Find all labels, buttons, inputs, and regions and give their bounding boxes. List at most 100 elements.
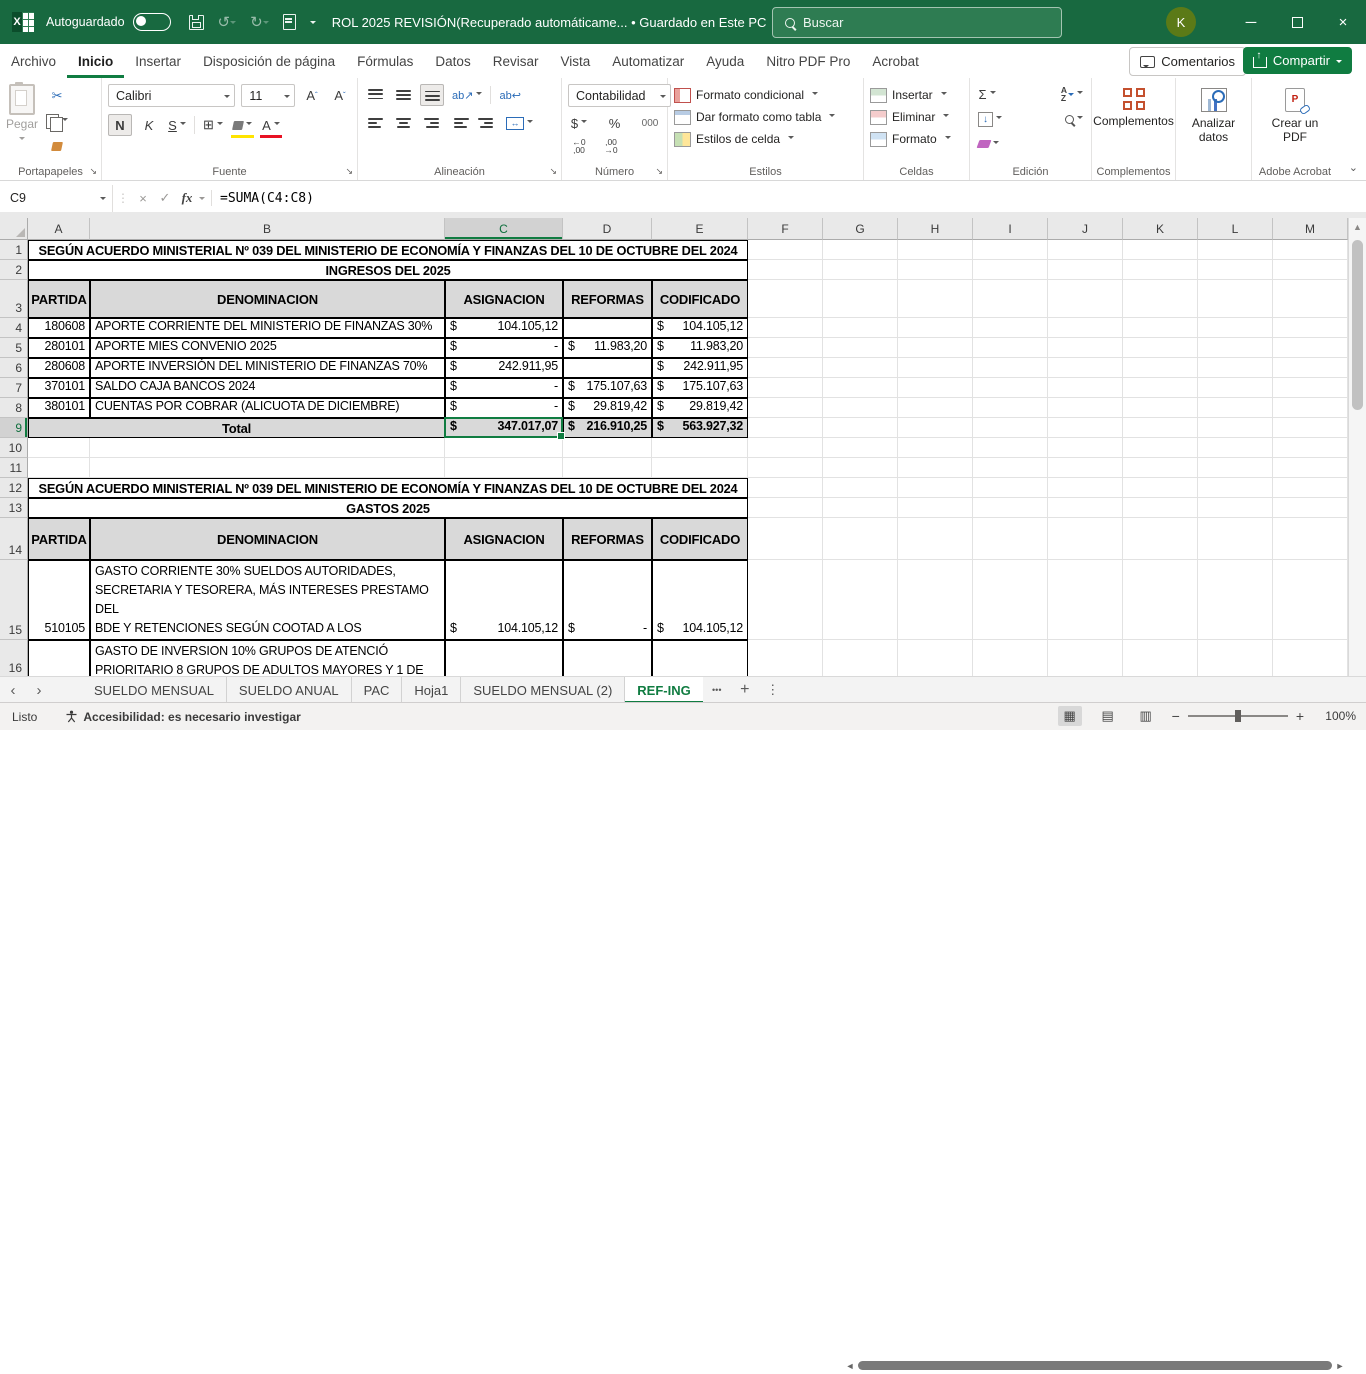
column-header-D[interactable]: D (563, 218, 652, 240)
find-select-button[interactable] (1063, 109, 1085, 129)
cell-A6[interactable]: 280608 (28, 358, 90, 378)
cell-A5[interactable]: 280101 (28, 338, 90, 358)
cell-D5[interactable]: $11.983,20 (563, 338, 652, 358)
prev-sheet-icon[interactable]: ‹ (0, 677, 26, 703)
decrease-decimal-button[interactable]: ,00→0 (600, 136, 622, 156)
cell-A15[interactable]: 510105 (28, 560, 90, 640)
zoom-slider-handle[interactable] (1235, 710, 1241, 722)
view-page-break-icon[interactable]: ▥ (1134, 706, 1158, 726)
align-left-icon[interactable] (364, 113, 386, 133)
cut-icon[interactable]: ✂ (44, 86, 70, 106)
cell-styles-button[interactable]: Estilos de celda (674, 128, 857, 150)
column-header-C[interactable]: C (445, 218, 563, 240)
search-box[interactable]: Buscar (772, 7, 1062, 38)
scroll-up-icon[interactable]: ▲ (1349, 218, 1366, 236)
borders-button[interactable]: ⊞ (201, 115, 225, 135)
redo-icon[interactable]: ↻ (250, 13, 269, 31)
row-header-14[interactable]: 14 (0, 518, 28, 560)
tab-formulas[interactable]: Fórmulas (346, 44, 424, 78)
column-header-I[interactable]: I (973, 218, 1048, 240)
underline-button[interactable]: S (166, 115, 188, 135)
sheet-tab-ref-ing[interactable]: REF-ING (625, 677, 702, 703)
tab-archivo[interactable]: Archivo (0, 44, 67, 78)
cell-C3[interactable]: ASIGNACION (445, 280, 563, 318)
more-sheets-icon[interactable]: ••• (703, 677, 731, 703)
cell-A12[interactable]: SEGÚN ACUERDO MINISTERIAL Nº 039 DEL MIN… (28, 478, 748, 498)
sheet-tab-sueldo-mensual[interactable]: SUELDO MENSUAL (82, 677, 227, 703)
cell-E4[interactable]: $104.105,12 (652, 318, 748, 338)
scroll-right-icon[interactable]: ► (1332, 1361, 1348, 1371)
cell-D15[interactable]: $- (563, 560, 652, 640)
paste-button[interactable]: Pegar (6, 84, 38, 143)
restore-button[interactable] (1274, 0, 1320, 44)
align-center-icon[interactable] (392, 113, 414, 133)
comments-button[interactable]: Comentarios (1129, 47, 1246, 76)
tab-inicio[interactable]: Inicio (67, 44, 124, 78)
addins-button[interactable]: Complementos (1087, 84, 1180, 132)
delete-cells-button[interactable]: Eliminar (870, 106, 963, 128)
enter-formula-icon[interactable]: ✓ (155, 190, 175, 206)
cancel-formula-icon[interactable]: × (133, 191, 153, 206)
accessibility-status[interactable]: Accesibilidad: es necesario investigar (65, 710, 300, 724)
number-format-select[interactable]: Contabilidad (568, 84, 671, 107)
currency-format-button[interactable]: $ (568, 113, 590, 133)
fill-button[interactable]: ↓ (976, 109, 1004, 129)
sort-filter-button[interactable]: AZ (1059, 84, 1085, 104)
cell-C16[interactable] (445, 640, 563, 676)
wrap-text-icon[interactable]: ab↩ (497, 85, 522, 105)
formula-input[interactable]: =SUMA(C4:C8) (212, 191, 314, 206)
customize-qat-icon[interactable] (310, 17, 316, 27)
row-header-1[interactable]: 1 (0, 240, 28, 260)
sheet-tab-pac[interactable]: PAC (352, 677, 403, 703)
cell-B8[interactable]: CUENTAS POR COBRAR (ALICUOTA DE DICIEMBR… (90, 398, 445, 418)
comma-format-button[interactable]: 000 (639, 113, 661, 133)
select-all-corner[interactable] (0, 218, 28, 240)
merge-center-icon[interactable]: ↔ (504, 113, 535, 133)
cell-D4[interactable] (563, 318, 652, 338)
sheet-tab-sueldo-anual[interactable]: SUELDO ANUAL (227, 677, 352, 703)
fill-color-button[interactable] (231, 115, 254, 135)
vertical-scroll-thumb[interactable] (1352, 240, 1363, 410)
row-header-5[interactable]: 5 (0, 338, 28, 358)
tab-vista[interactable]: Vista (549, 44, 601, 78)
italic-button[interactable]: K (138, 115, 160, 135)
cell-D6[interactable] (563, 358, 652, 378)
cell-C8[interactable]: $- (445, 398, 563, 418)
column-header-B[interactable]: B (90, 218, 445, 240)
cell-D9[interactable]: $216.910,25 (563, 418, 652, 438)
cell-A8[interactable]: 380101 (28, 398, 90, 418)
clipboard-dialog-launcher[interactable]: ↘ (89, 166, 97, 177)
column-header-A[interactable]: A (28, 218, 90, 240)
align-top-icon[interactable] (364, 85, 386, 105)
column-header-L[interactable]: L (1198, 218, 1273, 240)
format-as-table-button[interactable]: Dar formato como tabla (674, 106, 857, 128)
alignment-dialog-launcher[interactable]: ↘ (549, 166, 557, 177)
cell-E14[interactable]: CODIFICADO (652, 518, 748, 560)
row-header-16[interactable]: 16 (0, 640, 28, 676)
next-sheet-icon[interactable]: › (26, 677, 52, 703)
cell-E3[interactable]: CODIFICADO (652, 280, 748, 318)
collapse-ribbon-icon[interactable]: ⌄ (1349, 161, 1358, 174)
cell-C9[interactable]: $347.017,07 (445, 418, 563, 438)
print-preview-icon[interactable] (283, 14, 296, 30)
account-avatar[interactable]: K (1166, 7, 1196, 37)
align-right-icon[interactable] (420, 113, 442, 133)
column-header-K[interactable]: K (1123, 218, 1198, 240)
insert-cells-button[interactable]: Insertar (870, 84, 963, 106)
row-header-11[interactable]: 11 (0, 458, 28, 478)
share-button[interactable]: Compartir (1243, 47, 1352, 74)
align-bottom-icon[interactable] (420, 84, 444, 106)
cell-B16[interactable]: GASTO DE INVERSION 10% GRUPOS DE ATENCIÓ… (90, 640, 445, 676)
cell-C5[interactable]: $- (445, 338, 563, 358)
decrease-font-icon[interactable]: Aˇ (329, 86, 351, 106)
cell-B14[interactable]: DENOMINACION (90, 518, 445, 560)
font-dialog-launcher[interactable]: ↘ (345, 166, 353, 177)
undo-icon[interactable]: ↺ (218, 13, 237, 31)
column-header-F[interactable]: F (748, 218, 823, 240)
cell-D14[interactable]: REFORMAS (563, 518, 652, 560)
tab-disposicion[interactable]: Disposición de página (192, 44, 346, 78)
zoom-slider[interactable] (1188, 715, 1288, 717)
view-normal-icon[interactable]: ▦ (1058, 706, 1082, 726)
conditional-formatting-button[interactable]: Formato condicional (674, 84, 857, 106)
orientation-icon[interactable]: ab↗ (450, 85, 484, 105)
